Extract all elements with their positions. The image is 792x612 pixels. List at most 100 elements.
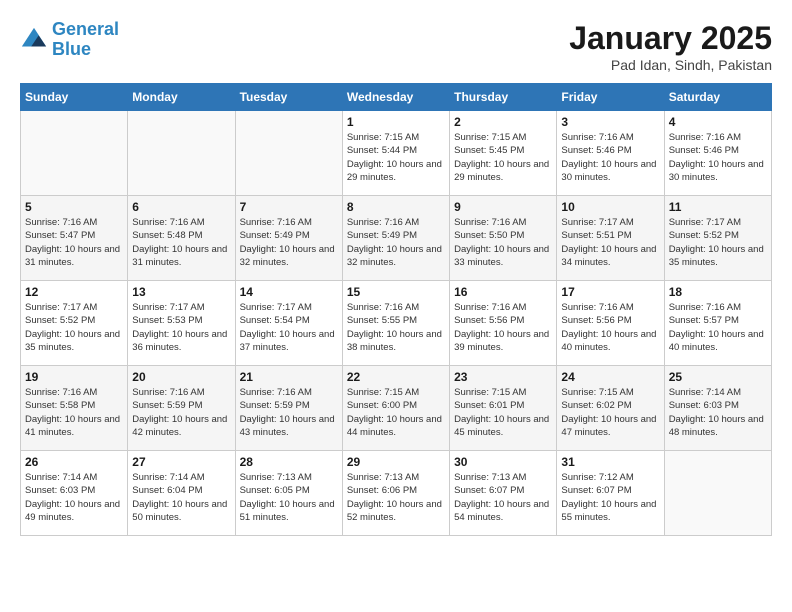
calendar-cell: [21, 111, 128, 196]
day-number: 14: [240, 285, 338, 299]
weekday-header-wednesday: Wednesday: [342, 84, 449, 111]
month-title: January 2025: [569, 20, 772, 57]
day-number: 6: [132, 200, 230, 214]
calendar-cell: 6Sunrise: 7:16 AM Sunset: 5:48 PM Daylig…: [128, 196, 235, 281]
day-info: Sunrise: 7:16 AM Sunset: 5:56 PM Dayligh…: [561, 301, 659, 354]
day-number: 5: [25, 200, 123, 214]
day-info: Sunrise: 7:16 AM Sunset: 5:56 PM Dayligh…: [454, 301, 552, 354]
title-area: January 2025 Pad Idan, Sindh, Pakistan: [569, 20, 772, 73]
day-info: Sunrise: 7:16 AM Sunset: 5:47 PM Dayligh…: [25, 216, 123, 269]
calendar-cell: 24Sunrise: 7:15 AM Sunset: 6:02 PM Dayli…: [557, 366, 664, 451]
calendar-week-row: 19Sunrise: 7:16 AM Sunset: 5:58 PM Dayli…: [21, 366, 772, 451]
day-number: 13: [132, 285, 230, 299]
day-number: 22: [347, 370, 445, 384]
calendar-cell: [664, 451, 771, 536]
day-number: 28: [240, 455, 338, 469]
calendar-cell: 21 Sunrise: 7:16 AM Sunset: 5:59 PM Dayli…: [235, 366, 342, 451]
calendar-cell: 19Sunrise: 7:16 AM Sunset: 5:58 PM Dayli…: [21, 366, 128, 451]
logo-text: General Blue: [52, 20, 119, 60]
calendar-cell: 23 Sunrise: 7:15 AM Sunset: 6:01 PM Dayli…: [450, 366, 557, 451]
day-info: Sunrise: 7:17 AM Sunset: 5:52 PM Dayligh…: [25, 301, 123, 354]
day-number: 19: [25, 370, 123, 384]
day-info: Sunrise: 7:16 AM Sunset: 5:49 PM Dayligh…: [240, 216, 338, 269]
weekday-header-friday: Friday: [557, 84, 664, 111]
day-number: 23: [454, 370, 552, 384]
weekday-header-monday: Monday: [128, 84, 235, 111]
day-number: 30: [454, 455, 552, 469]
day-info: Sunrise: 7:14 AM Sunset: 6:03 PM Dayligh…: [669, 386, 767, 439]
calendar-cell: 7 Sunrise: 7:16 AM Sunset: 5:49 PM Daylig…: [235, 196, 342, 281]
calendar-cell: 9Sunrise: 7:16 AM Sunset: 5:50 PM Daylig…: [450, 196, 557, 281]
day-info: Sunrise: 7:17 AM Sunset: 5:51 PM Dayligh…: [561, 216, 659, 269]
day-number: 10: [561, 200, 659, 214]
day-info: Sunrise: 7:16 AM Sunset: 5:57 PM Dayligh…: [669, 301, 767, 354]
calendar-header-row: SundayMondayTuesdayWednesdayThursdayFrid…: [21, 84, 772, 111]
calendar-cell: 20 Sunrise: 7:16 AM Sunset: 5:59 PM Dayli…: [128, 366, 235, 451]
calendar-cell: 12 Sunrise: 7:17 AM Sunset: 5:52 PM Dayli…: [21, 281, 128, 366]
day-number: 31: [561, 455, 659, 469]
calendar-cell: 5 Sunrise: 7:16 AM Sunset: 5:47 PM Daylig…: [21, 196, 128, 281]
day-info: Sunrise: 7:14 AM Sunset: 6:03 PM Dayligh…: [25, 471, 123, 524]
calendar-table: SundayMondayTuesdayWednesdayThursdayFrid…: [20, 83, 772, 536]
calendar-cell: 14 Sunrise: 7:17 AM Sunset: 5:54 PM Dayli…: [235, 281, 342, 366]
calendar-cell: 2 Sunrise: 7:15 AM Sunset: 5:45 PM Daylig…: [450, 111, 557, 196]
day-number: 11: [669, 200, 767, 214]
day-info: Sunrise: 7:16 AM Sunset: 5:59 PM Dayligh…: [240, 386, 338, 439]
day-number: 1: [347, 115, 445, 129]
day-info: Sunrise: 7:13 AM Sunset: 6:05 PM Dayligh…: [240, 471, 338, 524]
header: General Blue January 2025 Pad Idan, Sind…: [20, 20, 772, 73]
calendar-week-row: 12 Sunrise: 7:17 AM Sunset: 5:52 PM Dayli…: [21, 281, 772, 366]
day-info: Sunrise: 7:15 AM Sunset: 6:02 PM Dayligh…: [561, 386, 659, 439]
day-info: Sunrise: 7:17 AM Sunset: 5:53 PM Dayligh…: [132, 301, 230, 354]
calendar-cell: 1Sunrise: 7:15 AM Sunset: 5:44 PM Daylig…: [342, 111, 449, 196]
calendar-week-row: 1Sunrise: 7:15 AM Sunset: 5:44 PM Daylig…: [21, 111, 772, 196]
logo-icon: [20, 26, 48, 54]
day-info: Sunrise: 7:14 AM Sunset: 6:04 PM Dayligh…: [132, 471, 230, 524]
calendar-cell: 30Sunrise: 7:13 AM Sunset: 6:07 PM Dayli…: [450, 451, 557, 536]
day-info: Sunrise: 7:15 AM Sunset: 5:45 PM Dayligh…: [454, 131, 552, 184]
calendar-cell: 8Sunrise: 7:16 AM Sunset: 5:49 PM Daylig…: [342, 196, 449, 281]
day-info: Sunrise: 7:15 AM Sunset: 6:01 PM Dayligh…: [454, 386, 552, 439]
calendar-cell: 29 Sunrise: 7:13 AM Sunset: 6:06 PM Dayli…: [342, 451, 449, 536]
day-number: 18: [669, 285, 767, 299]
calendar-cell: 31Sunrise: 7:12 AM Sunset: 6:07 PM Dayli…: [557, 451, 664, 536]
calendar-week-row: 5 Sunrise: 7:16 AM Sunset: 5:47 PM Daylig…: [21, 196, 772, 281]
calendar-cell: 10 Sunrise: 7:17 AM Sunset: 5:51 PM Dayli…: [557, 196, 664, 281]
weekday-header-saturday: Saturday: [664, 84, 771, 111]
day-number: 17: [561, 285, 659, 299]
day-info: Sunrise: 7:13 AM Sunset: 6:06 PM Dayligh…: [347, 471, 445, 524]
day-number: 21: [240, 370, 338, 384]
day-info: Sunrise: 7:16 AM Sunset: 5:59 PM Dayligh…: [132, 386, 230, 439]
calendar-cell: 25 Sunrise: 7:14 AM Sunset: 6:03 PM Dayli…: [664, 366, 771, 451]
weekday-header-sunday: Sunday: [21, 84, 128, 111]
day-number: 2: [454, 115, 552, 129]
weekday-header-tuesday: Tuesday: [235, 84, 342, 111]
day-number: 4: [669, 115, 767, 129]
day-number: 15: [347, 285, 445, 299]
day-info: Sunrise: 7:16 AM Sunset: 5:46 PM Dayligh…: [669, 131, 767, 184]
day-info: Sunrise: 7:16 AM Sunset: 5:46 PM Dayligh…: [561, 131, 659, 184]
day-number: 16: [454, 285, 552, 299]
weekday-header-thursday: Thursday: [450, 84, 557, 111]
calendar-cell: [235, 111, 342, 196]
day-number: 26: [25, 455, 123, 469]
day-number: 25: [669, 370, 767, 384]
calendar-cell: 16 Sunrise: 7:16 AM Sunset: 5:56 PM Dayli…: [450, 281, 557, 366]
day-number: 20: [132, 370, 230, 384]
calendar-cell: 18 Sunrise: 7:16 AM Sunset: 5:57 PM Dayli…: [664, 281, 771, 366]
day-number: 8: [347, 200, 445, 214]
calendar-cell: 22Sunrise: 7:15 AM Sunset: 6:00 PM Dayli…: [342, 366, 449, 451]
calendar-cell: 27Sunrise: 7:14 AM Sunset: 6:04 PM Dayli…: [128, 451, 235, 536]
day-number: 3: [561, 115, 659, 129]
day-info: Sunrise: 7:16 AM Sunset: 5:50 PM Dayligh…: [454, 216, 552, 269]
calendar-cell: 11Sunrise: 7:17 AM Sunset: 5:52 PM Dayli…: [664, 196, 771, 281]
day-number: 7: [240, 200, 338, 214]
day-info: Sunrise: 7:17 AM Sunset: 5:54 PM Dayligh…: [240, 301, 338, 354]
location: Pad Idan, Sindh, Pakistan: [569, 57, 772, 73]
day-number: 12: [25, 285, 123, 299]
calendar-cell: 17 Sunrise: 7:16 AM Sunset: 5:56 PM Dayli…: [557, 281, 664, 366]
day-number: 29: [347, 455, 445, 469]
calendar-cell: 28 Sunrise: 7:13 AM Sunset: 6:05 PM Dayli…: [235, 451, 342, 536]
calendar-cell: 15Sunrise: 7:16 AM Sunset: 5:55 PM Dayli…: [342, 281, 449, 366]
calendar-cell: 4 Sunrise: 7:16 AM Sunset: 5:46 PM Daylig…: [664, 111, 771, 196]
